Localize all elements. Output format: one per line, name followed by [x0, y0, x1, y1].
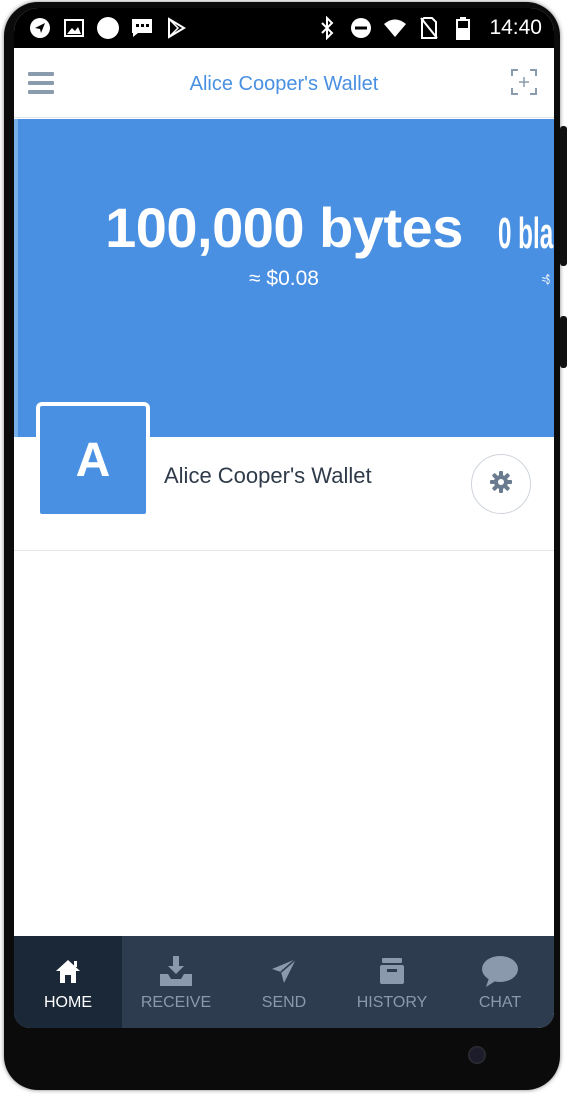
wifi-icon [383, 16, 407, 40]
wallet-avatar: A [36, 402, 150, 518]
page-title: Alice Cooper's Wallet [189, 73, 379, 95]
gear-icon [489, 470, 513, 499]
navigation-icon [28, 16, 52, 40]
app-header: Alice Cooper's Wallet [14, 48, 554, 118]
bluetooth-icon [315, 16, 339, 40]
front-camera [468, 1046, 486, 1064]
qr-scan-icon[interactable] [510, 68, 538, 96]
nav-receive[interactable]: RECEIVE [122, 936, 230, 1028]
send-icon [270, 954, 298, 988]
status-bar: 14:40 [14, 8, 554, 48]
balance-fiat: ≈ $0.08 [249, 267, 319, 290]
home-content [14, 552, 554, 936]
battery-icon [451, 16, 475, 40]
nav-history-label: HISTORY [356, 994, 428, 1011]
volume-button [560, 126, 567, 266]
no-sim-icon [417, 16, 441, 40]
balance-amount: 100,000 bytes [105, 196, 463, 259]
status-time: 14:40 [489, 16, 542, 39]
nav-chat-label: CHAT [478, 994, 522, 1011]
next-fiat-peek: ≈$ [542, 271, 550, 287]
play-store-icon [164, 16, 188, 40]
wallet-name: Alice Cooper's Wallet [164, 463, 372, 488]
home-icon [53, 954, 83, 988]
wallet-settings-button[interactable] [471, 454, 531, 514]
nav-receive-label: RECEIVE [140, 994, 212, 1011]
power-button [560, 316, 567, 368]
history-icon [378, 954, 406, 988]
nav-home[interactable]: HOME [14, 936, 122, 1028]
image-icon [62, 16, 86, 40]
nav-chat[interactable]: CHAT [446, 936, 554, 1028]
balance-carousel[interactable]: 100,000 bytes ≈ $0.08 0 black ≈$ [14, 119, 554, 437]
next-balance-peek: 0 black [498, 209, 554, 258]
receive-icon [158, 954, 194, 988]
bottom-navigation: HOME RECEIVE SEND HISTORY CHAT [14, 936, 554, 1028]
circle-icon [96, 16, 120, 40]
nav-history[interactable]: HISTORY [338, 936, 446, 1028]
do-not-disturb-icon [349, 16, 373, 40]
message-icon [130, 16, 154, 40]
nav-send-label: SEND [261, 994, 307, 1011]
nav-home-label: HOME [44, 994, 92, 1011]
chat-icon [481, 954, 519, 988]
app-screen: 14:40 Alice Cooper's Wallet 100,000 byte… [14, 8, 554, 1028]
wallet-card: A Alice Cooper's Wallet [14, 402, 554, 551]
nav-send[interactable]: SEND [230, 936, 338, 1028]
